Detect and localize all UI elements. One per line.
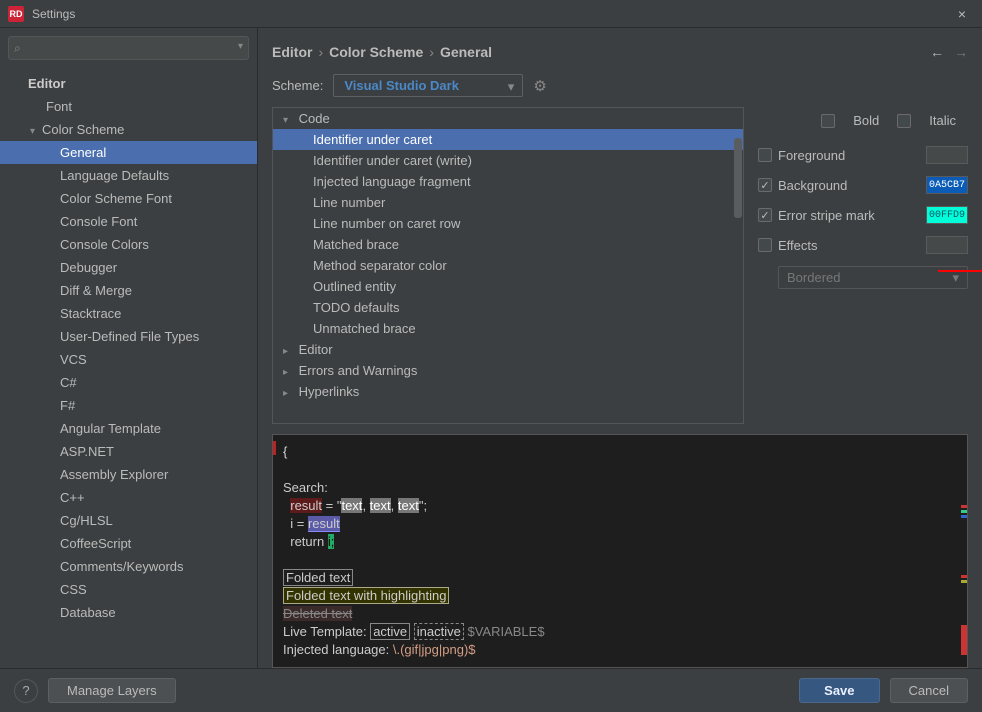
tree-item[interactable]: Cg/HLSL: [0, 509, 257, 532]
gutter-indicator: [273, 441, 276, 455]
manage-layers-button[interactable]: Manage Layers: [48, 678, 176, 703]
effects-dropdown[interactable]: Bordered: [778, 266, 968, 289]
italic-label: Italic: [929, 113, 956, 128]
attribute-tree[interactable]: ▾ CodeIdentifier under caretIdentifier u…: [273, 108, 743, 423]
crumb-editor[interactable]: Editor: [272, 44, 312, 60]
tree-item[interactable]: Stacktrace: [0, 302, 257, 325]
tree-item[interactable]: Comments/Keywords: [0, 555, 257, 578]
preview-panel: { Search: result = "text, text, text"; i…: [272, 434, 968, 668]
save-button[interactable]: Save: [799, 678, 879, 703]
error-stripe: [961, 575, 967, 585]
tree-item[interactable]: User-Defined File Types: [0, 325, 257, 348]
error-stripe-label: Error stripe mark: [778, 208, 875, 223]
background-label: Background: [778, 178, 847, 193]
nav-forward-icon: →: [954, 44, 968, 60]
tree-color-scheme-label: Color Scheme: [42, 122, 124, 137]
attribute-tree-panel: ▾ CodeIdentifier under caretIdentifier u…: [272, 107, 744, 424]
attr-item[interactable]: TODO defaults: [273, 297, 743, 318]
attr-category[interactable]: ▸ Errors and Warnings: [273, 360, 743, 381]
effects-label: Effects: [778, 238, 818, 253]
tree-color-scheme[interactable]: ▾Color Scheme: [0, 118, 257, 141]
cancel-button[interactable]: Cancel: [890, 678, 968, 703]
tree-item[interactable]: General: [0, 141, 257, 164]
attr-item[interactable]: Identifier under caret (write): [273, 150, 743, 171]
background-checkbox[interactable]: [758, 178, 772, 192]
tree-item[interactable]: C#: [0, 371, 257, 394]
attr-item[interactable]: Outlined entity: [273, 276, 743, 297]
help-button[interactable]: ?: [14, 679, 38, 703]
tree-item[interactable]: CSS: [0, 578, 257, 601]
foreground-label: Foreground: [778, 148, 845, 163]
attr-category[interactable]: ▸ Editor: [273, 339, 743, 360]
tree-item[interactable]: C++: [0, 486, 257, 509]
tree-item[interactable]: Database: [0, 601, 257, 624]
background-swatch[interactable]: 0A5CB7: [926, 176, 968, 194]
scheme-select[interactable]: Visual Studio Dark: [333, 74, 523, 97]
error-stripe: [961, 505, 967, 520]
gear-icon[interactable]: ⚙: [533, 77, 546, 95]
settings-sidebar: ⌕ ▾ Editor Font ▾Color Scheme GeneralLan…: [0, 28, 258, 668]
tree-item[interactable]: Color Scheme Font: [0, 187, 257, 210]
tree-item[interactable]: ASP.NET: [0, 440, 257, 463]
crumb-general[interactable]: General: [440, 44, 492, 60]
app-icon: RD: [8, 6, 24, 22]
search-icon: ⌕: [14, 41, 21, 56]
error-stripe-checkbox[interactable]: [758, 208, 772, 222]
attr-category[interactable]: ▸ Hyperlinks: [273, 381, 743, 402]
crumb-color-scheme[interactable]: Color Scheme: [329, 44, 423, 60]
chevron-down-icon[interactable]: ▾: [238, 41, 243, 52]
attr-category[interactable]: ▾ Code: [273, 108, 743, 129]
effects-checkbox[interactable]: [758, 238, 772, 252]
search-input[interactable]: [8, 36, 249, 60]
titlebar: RD Settings ×: [0, 0, 982, 28]
foreground-swatch[interactable]: [926, 146, 968, 164]
tree-item[interactable]: F#: [0, 394, 257, 417]
breadcrumb: Editor › Color Scheme › General ← →: [272, 38, 968, 74]
crumb-sep: ›: [429, 44, 434, 60]
window-title: Settings: [32, 7, 75, 21]
close-button[interactable]: ×: [950, 6, 974, 22]
search-box: ⌕ ▾: [8, 36, 249, 60]
tree-item[interactable]: Language Defaults: [0, 164, 257, 187]
preview-code: { Search: result = "text, text, text"; i…: [283, 443, 957, 659]
settings-tree[interactable]: Editor Font ▾Color Scheme GeneralLanguag…: [0, 68, 257, 668]
foreground-checkbox[interactable]: [758, 148, 772, 162]
tree-item[interactable]: Angular Template: [0, 417, 257, 440]
tree-item[interactable]: Assembly Explorer: [0, 463, 257, 486]
error-stripe-swatch[interactable]: 00FFD9: [926, 206, 968, 224]
attr-item[interactable]: Identifier under caret: [273, 129, 743, 150]
attr-item[interactable]: Matched brace: [273, 234, 743, 255]
tree-item[interactable]: Console Font: [0, 210, 257, 233]
tree-item[interactable]: Debugger: [0, 256, 257, 279]
italic-checkbox[interactable]: [897, 114, 911, 128]
attr-item[interactable]: Method separator color: [273, 255, 743, 276]
bold-checkbox[interactable]: [821, 114, 835, 128]
attr-item[interactable]: Unmatched brace: [273, 318, 743, 339]
scheme-label: Scheme:: [272, 78, 323, 93]
crumb-sep: ›: [318, 44, 323, 60]
style-options: Bold Italic Foreground Background 0A5CB7: [758, 107, 968, 424]
content-area: Editor › Color Scheme › General ← → Sche…: [258, 28, 982, 668]
scrollbar-thumb[interactable]: [734, 138, 742, 218]
error-stripe: [961, 625, 967, 657]
attr-item[interactable]: Line number on caret row: [273, 213, 743, 234]
tree-item[interactable]: VCS: [0, 348, 257, 371]
attr-item[interactable]: Line number: [273, 192, 743, 213]
tree-editor[interactable]: Editor: [0, 72, 257, 95]
tree-item[interactable]: Console Colors: [0, 233, 257, 256]
effects-swatch[interactable]: [926, 236, 968, 254]
tree-item[interactable]: CoffeeScript: [0, 532, 257, 555]
attr-item[interactable]: Injected language fragment: [273, 171, 743, 192]
tree-font[interactable]: Font: [0, 95, 257, 118]
bold-label: Bold: [853, 113, 879, 128]
footer: ? Manage Layers Save Cancel: [0, 668, 982, 712]
tree-item[interactable]: Diff & Merge: [0, 279, 257, 302]
nav-back-icon[interactable]: ←: [930, 44, 944, 60]
